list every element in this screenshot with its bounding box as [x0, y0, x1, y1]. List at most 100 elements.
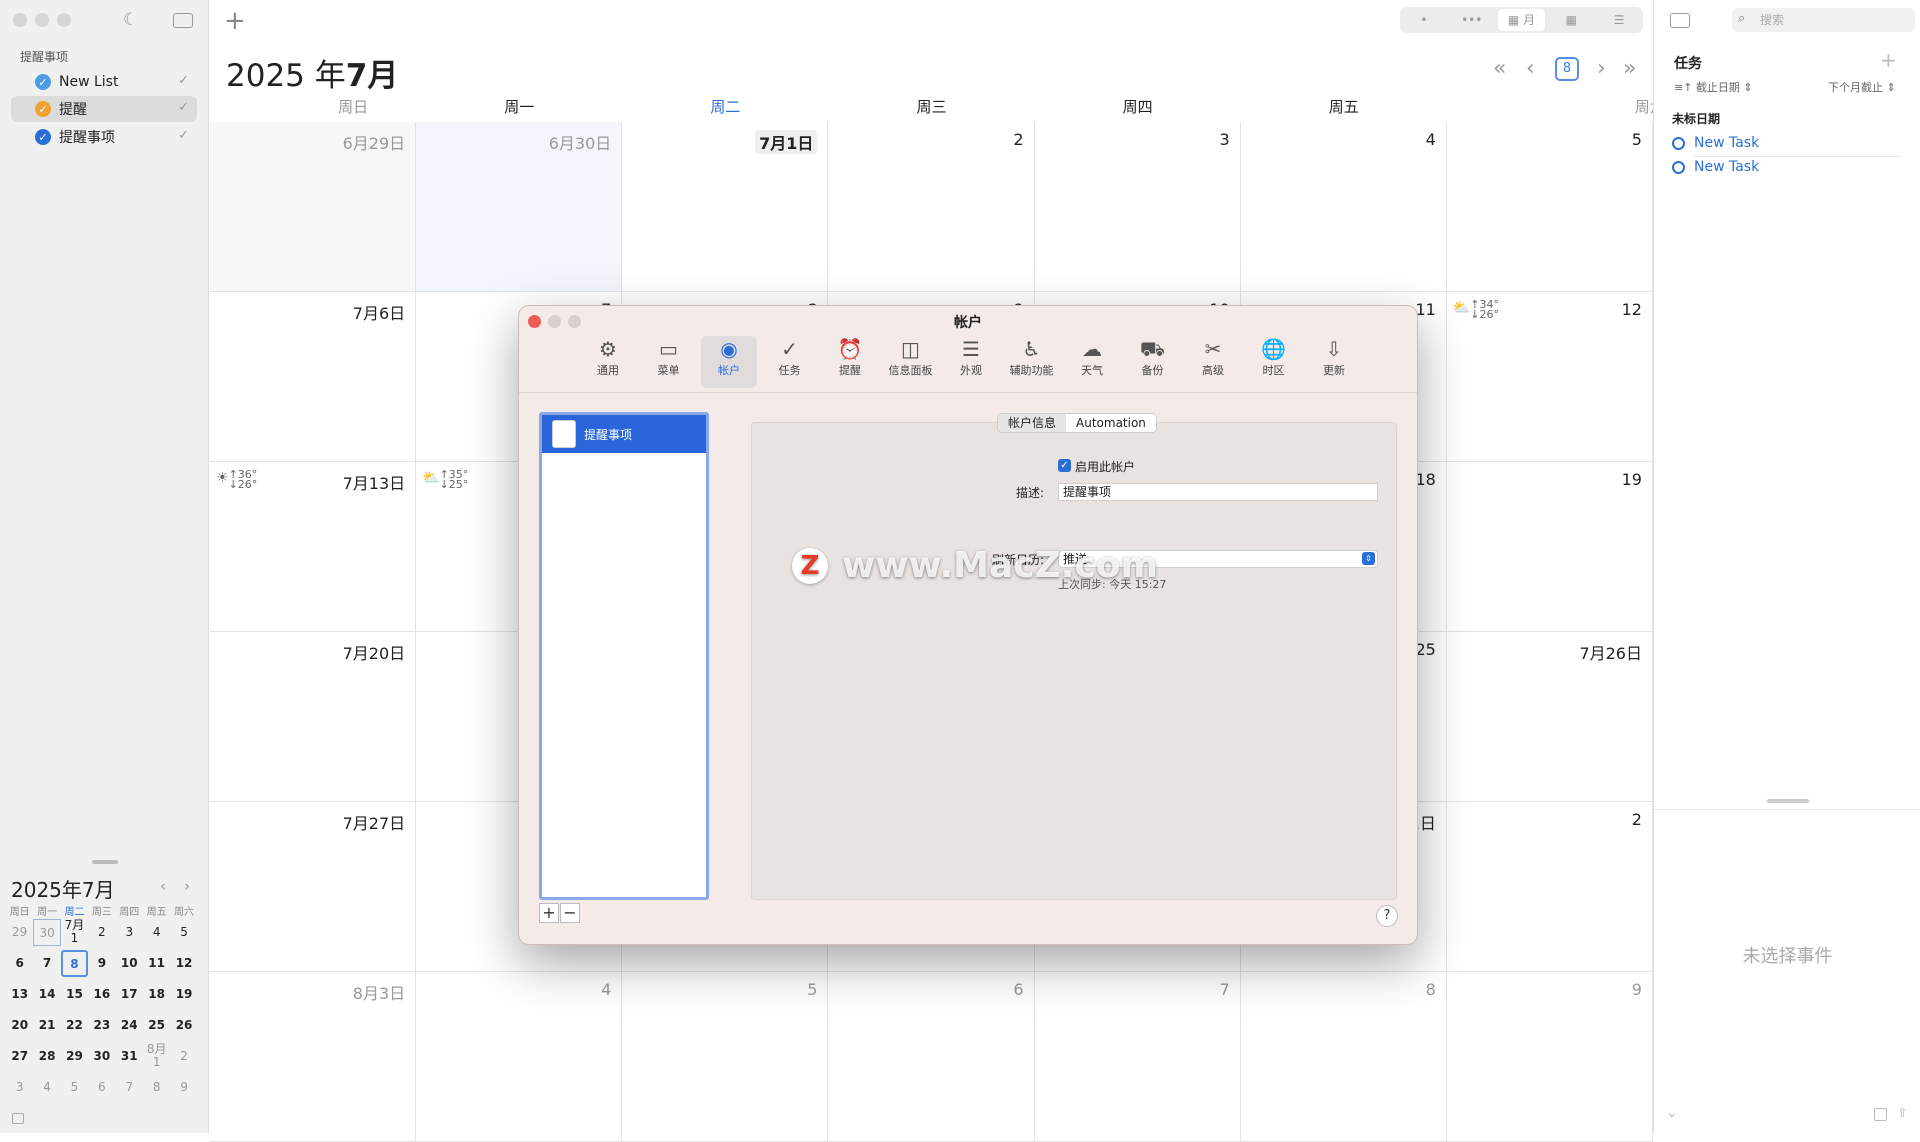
- mini-day[interactable]: 29: [6, 917, 33, 948]
- mini-day[interactable]: 22: [61, 1010, 88, 1041]
- next-year-icon[interactable]: »: [1623, 56, 1636, 81]
- toolbar-tab-account[interactable]: ◉ 帐户: [701, 336, 757, 388]
- mini-day[interactable]: 12: [170, 948, 197, 979]
- remove-account-button[interactable]: −: [560, 903, 580, 923]
- mini-day[interactable]: 21: [33, 1010, 60, 1041]
- toolbar-tab-task-check[interactable]: ✓ 任务: [762, 336, 818, 388]
- toolbar-tab-appearance[interactable]: ☰ 外观: [943, 336, 999, 388]
- mini-day[interactable]: 6: [6, 948, 33, 979]
- prev-month-icon[interactable]: ‹: [1526, 56, 1535, 81]
- today-button[interactable]: 8: [1555, 57, 1579, 81]
- mini-day[interactable]: 25: [143, 1010, 170, 1041]
- checkmark-icon[interactable]: ✓: [178, 73, 189, 88]
- mini-day[interactable]: 7月 1: [61, 917, 88, 948]
- enable-account-checkbox[interactable]: ✓: [1058, 459, 1071, 472]
- toolbar-tab-cloud-download[interactable]: ⇩ 更新: [1306, 336, 1362, 388]
- mini-day[interactable]: 19: [170, 979, 197, 1010]
- day-cell[interactable]: 7月26日: [1446, 632, 1653, 802]
- view-day-button[interactable]: •: [1400, 9, 1448, 31]
- sidebar-item-reminders[interactable]: ✓ 提醒事项 ✓: [11, 124, 197, 150]
- day-cell[interactable]: 7月1日: [622, 122, 829, 292]
- mini-day[interactable]: 28: [33, 1041, 60, 1072]
- mini-day[interactable]: 16: [88, 979, 115, 1010]
- day-cell[interactable]: 7月20日: [210, 632, 417, 802]
- next-month-icon[interactable]: ›: [1597, 56, 1606, 81]
- mini-day[interactable]: 2: [170, 1041, 197, 1072]
- filter-next-month[interactable]: 下个月截止 ⇕: [1828, 79, 1896, 95]
- task-item[interactable]: New Task: [1672, 135, 1759, 151]
- resize-handle[interactable]: [1767, 799, 1809, 803]
- mini-day[interactable]: 8月 1: [143, 1041, 170, 1072]
- day-cell[interactable]: 8: [1240, 972, 1447, 1142]
- mini-day[interactable]: 8: [60, 950, 89, 977]
- day-cell[interactable]: 3: [1034, 122, 1241, 292]
- panel-toggle-icon[interactable]: [1670, 13, 1690, 28]
- search-input[interactable]: 搜索: [1732, 8, 1915, 32]
- mini-day[interactable]: 23: [88, 1010, 115, 1041]
- day-cell[interactable]: 19: [1446, 462, 1653, 632]
- moon-icon[interactable]: ☾: [123, 10, 138, 30]
- task-circle-icon[interactable]: [1672, 136, 1685, 150]
- mini-day[interactable]: 5: [61, 1072, 88, 1103]
- day-cell[interactable]: 5: [622, 972, 829, 1142]
- day-cell[interactable]: 2: [828, 122, 1035, 292]
- toolbar-tab-accessibility[interactable]: ♿ 辅助功能: [1004, 336, 1060, 388]
- add-note-icon[interactable]: [1874, 1108, 1887, 1121]
- mini-day[interactable]: 6: [88, 1072, 115, 1103]
- mini-day[interactable]: 27: [6, 1041, 33, 1072]
- day-cell[interactable]: 4: [416, 972, 623, 1142]
- calendar-small-icon[interactable]: [12, 1113, 24, 1124]
- toolbar-tab-globe[interactable]: 🌐 时区: [1246, 336, 1302, 388]
- toolbar-tab-backup[interactable]: ⛟ 备份: [1125, 336, 1181, 388]
- tab-account-info[interactable]: 帐户信息: [998, 414, 1067, 432]
- mini-day[interactable]: 9: [88, 948, 115, 979]
- toolbar-tab-alarm[interactable]: ⏰ 提醒: [822, 336, 878, 388]
- mini-day[interactable]: 11: [143, 948, 170, 979]
- sidebar-item-new-list[interactable]: ✓ New List ✓: [11, 69, 197, 95]
- mini-day[interactable]: 13: [6, 979, 33, 1010]
- mini-day[interactable]: 30: [33, 919, 61, 946]
- toolbar-tab-menu-window[interactable]: ▭ 菜单: [641, 336, 697, 388]
- task-circle-icon[interactable]: [1672, 160, 1685, 174]
- add-account-button[interactable]: +: [539, 903, 559, 923]
- checkmark-icon[interactable]: ✓: [178, 100, 189, 115]
- mini-day[interactable]: 3: [6, 1072, 33, 1103]
- toolbar-tab-gear[interactable]: ⚙ 通用: [580, 336, 636, 388]
- view-year-button[interactable]: ▦: [1547, 9, 1595, 31]
- mini-day[interactable]: 20: [6, 1010, 33, 1041]
- day-cell[interactable]: 2: [1446, 802, 1653, 972]
- view-month-button[interactable]: ▦ 月: [1497, 9, 1546, 31]
- task-item[interactable]: New Task: [1672, 159, 1759, 175]
- mini-day[interactable]: 17: [116, 979, 143, 1010]
- mini-day[interactable]: 30: [88, 1041, 115, 1072]
- day-cell[interactable]: 5: [1446, 122, 1653, 292]
- toolbar-tab-info-panel[interactable]: ◫ 信息面板: [883, 336, 939, 388]
- prev-year-icon[interactable]: «: [1493, 56, 1506, 81]
- chevron-right-icon[interactable]: ›: [184, 877, 190, 895]
- day-cell[interactable]: 6月29日: [210, 122, 417, 292]
- mini-day[interactable]: 3: [116, 917, 143, 948]
- refresh-select[interactable]: 推送 ⇕: [1058, 550, 1378, 568]
- mini-day[interactable]: 8: [143, 1072, 170, 1103]
- mini-day[interactable]: 7: [116, 1072, 143, 1103]
- toolbar-tab-weather[interactable]: ☁ 天气: [1064, 336, 1120, 388]
- mini-day[interactable]: 18: [143, 979, 170, 1010]
- mini-day[interactable]: 15: [61, 979, 88, 1010]
- toolbar-tab-tools[interactable]: ✂ 高级: [1185, 336, 1241, 388]
- checkmark-icon[interactable]: ✓: [178, 128, 189, 143]
- mini-day[interactable]: 14: [33, 979, 60, 1010]
- view-multiday-button[interactable]: •••: [1448, 9, 1496, 31]
- add-event-button[interactable]: +: [224, 6, 246, 36]
- mini-day[interactable]: 31: [116, 1041, 143, 1072]
- day-cell[interactable]: 7月27日: [210, 802, 417, 972]
- description-field[interactable]: 提醒事项: [1058, 483, 1378, 501]
- mini-day[interactable]: 9: [170, 1072, 197, 1103]
- day-cell[interactable]: 12 ⛅ ↑34° ↓26°: [1446, 292, 1653, 462]
- sidebar-item-reminder[interactable]: ✓ 提醒 ✓: [11, 96, 197, 122]
- close-window-button[interactable]: [13, 13, 27, 27]
- minimize-window-button[interactable]: [35, 13, 49, 27]
- mini-day[interactable]: 24: [116, 1010, 143, 1041]
- sort-by-due-date[interactable]: ≡↑ 截止日期 ⇕: [1674, 79, 1753, 95]
- mini-day[interactable]: 4: [33, 1072, 60, 1103]
- day-cell[interactable]: 7: [1034, 972, 1241, 1142]
